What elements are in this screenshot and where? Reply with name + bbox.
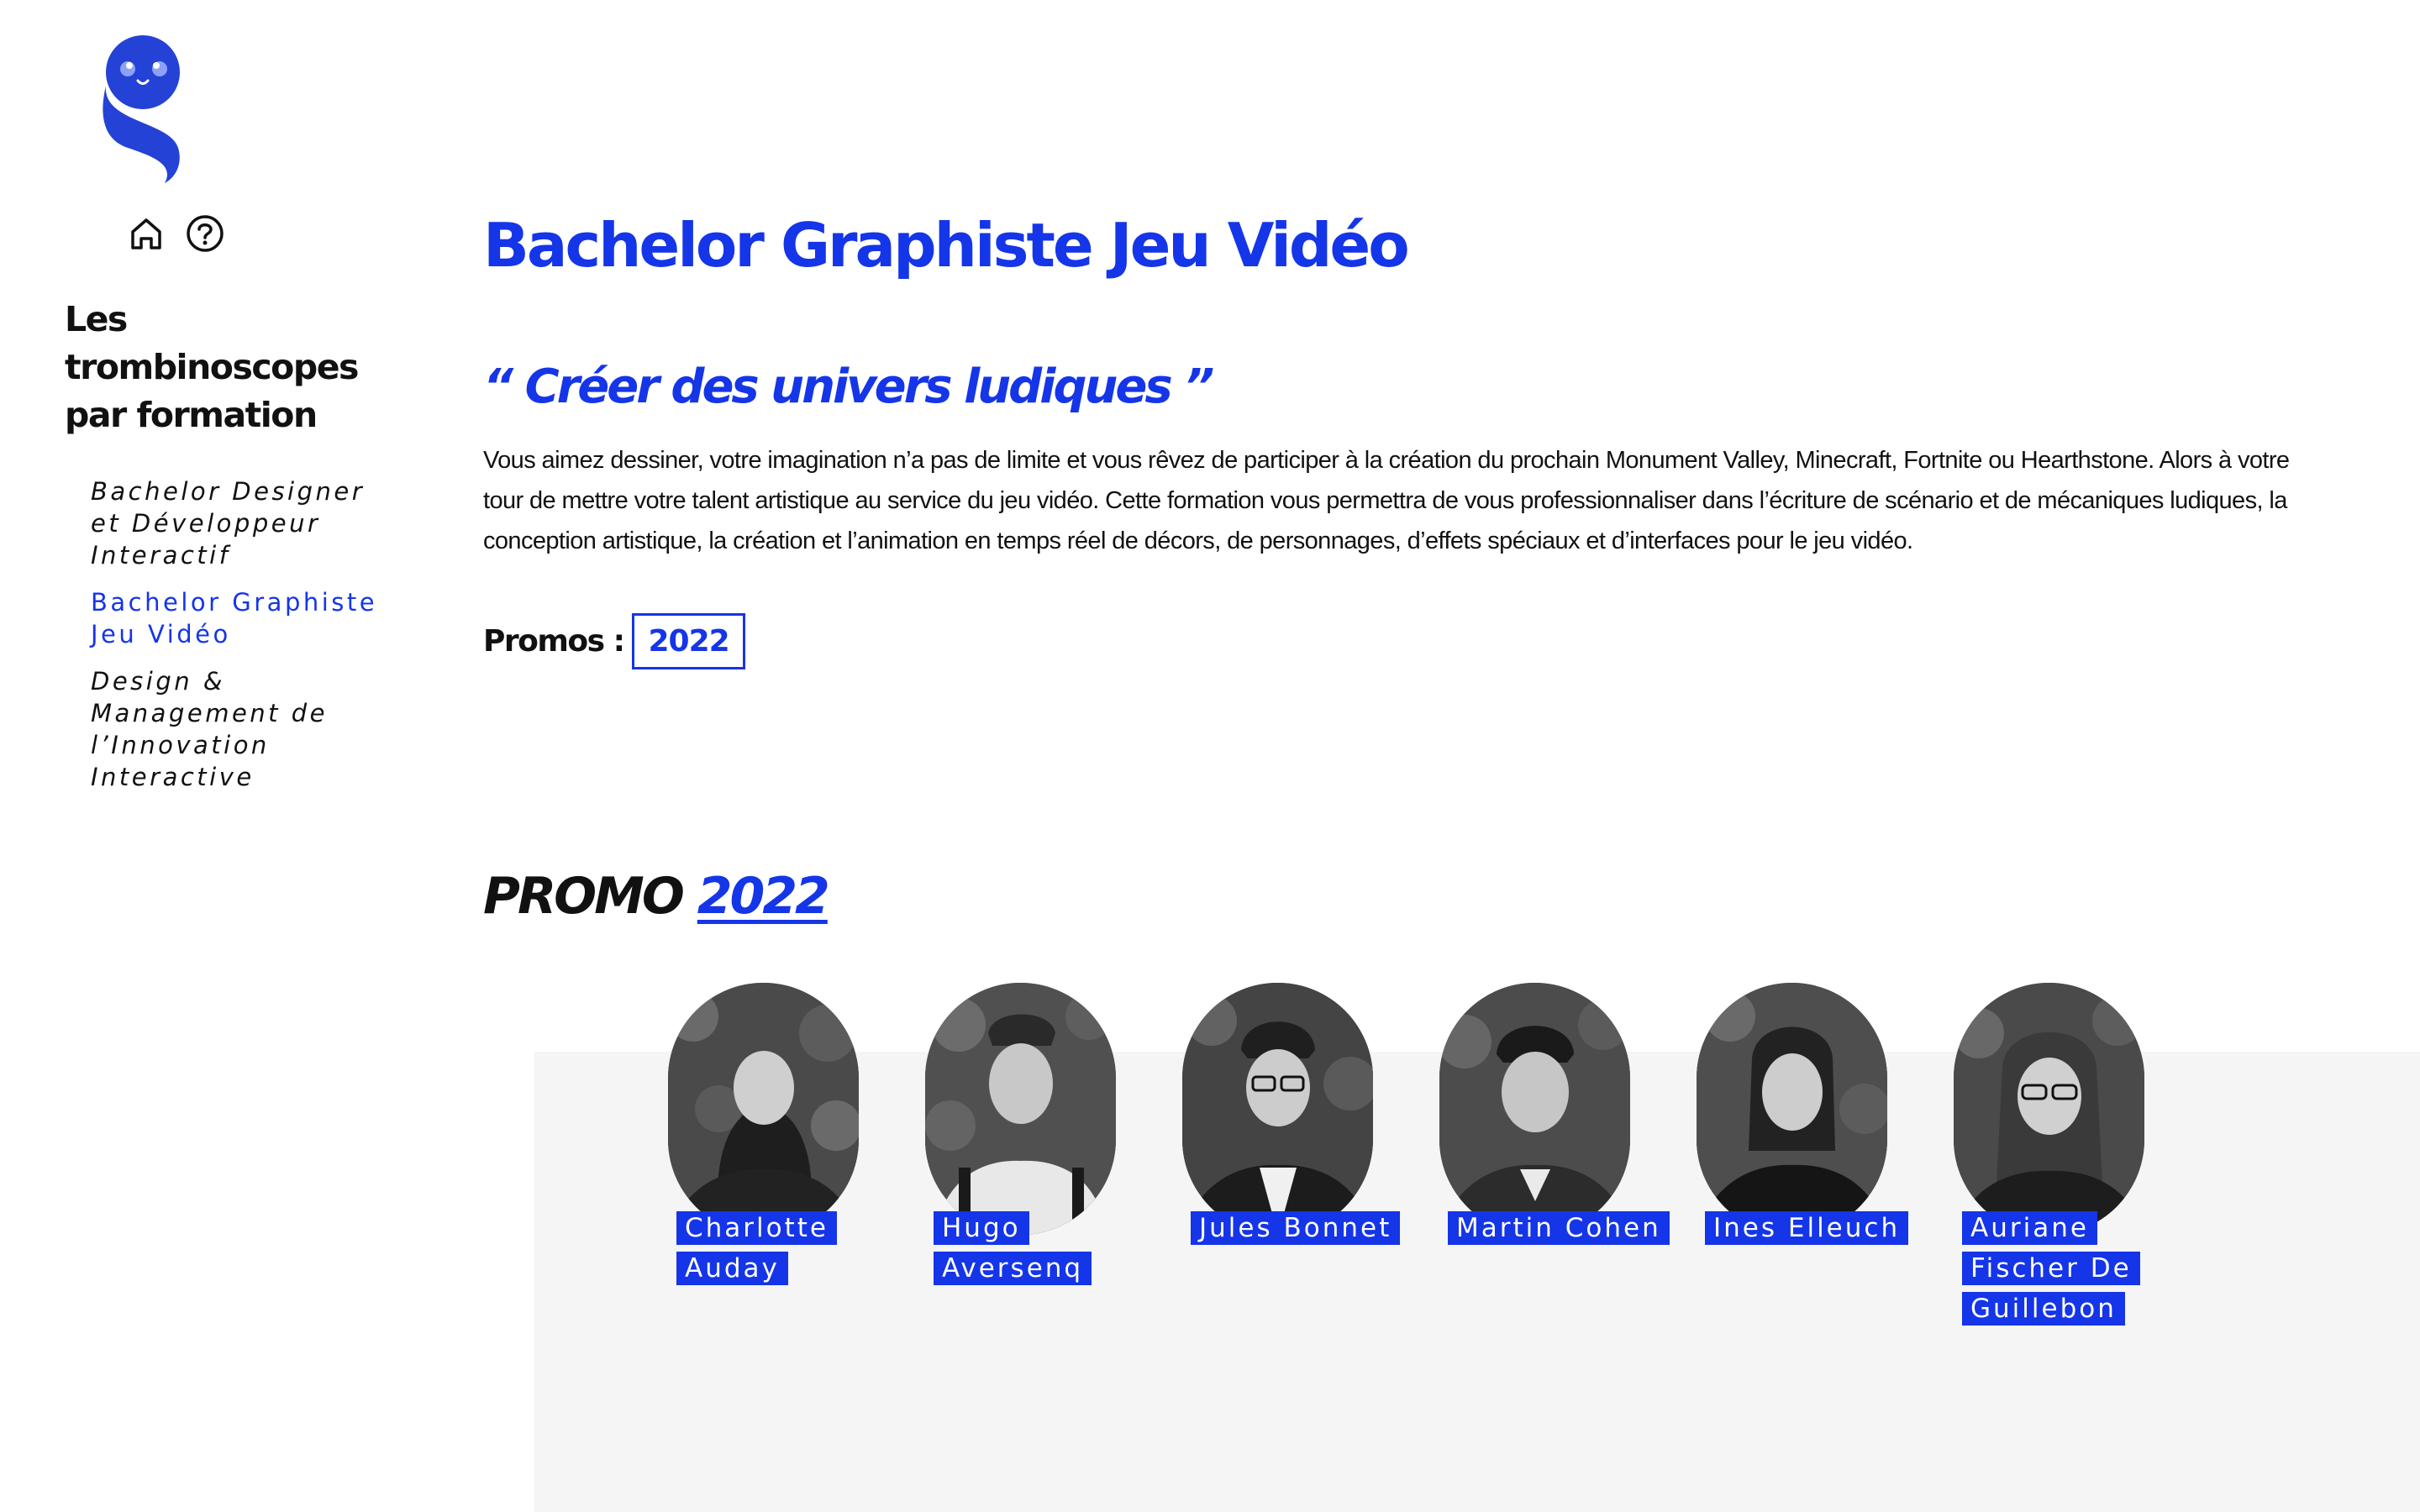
student-card[interactable]: Charlotte Auday [668, 983, 859, 1332]
sidebar-item-designer-developpeur[interactable]: Bachelor Designer et Développeur Interac… [91, 475, 393, 571]
student-photo [1697, 983, 1887, 1235]
student-name-line: Martin Cohen [1448, 1211, 1670, 1245]
ghost-mascot-icon[interactable] [94, 30, 195, 185]
student-name: Auriane Fischer De Guillebon [1954, 1211, 2144, 1332]
student-name: Charlotte Auday [668, 1211, 859, 1292]
student-name: Jules Bonnet [1182, 1211, 1401, 1252]
student-name-line: Fischer De [1962, 1252, 2140, 1285]
student-photo [1954, 983, 2144, 1235]
promo-2022-button[interactable]: 2022 [632, 613, 745, 669]
student-card[interactable]: Martin Cohen [1439, 983, 1670, 1332]
sidebar-nav: Bachelor Designer et Développeur Interac… [91, 475, 393, 808]
student-name-line: Charlotte [676, 1211, 837, 1245]
formation-description: Vous aimez dessiner, votre imagination n… [483, 447, 2290, 554]
header-icon-bar [126, 213, 225, 254]
student-name-line: Auday [676, 1252, 788, 1285]
promo-heading-year[interactable]: 2022 [697, 867, 830, 926]
student-name-line: Hugo [934, 1211, 1029, 1245]
promo-section-heading: PROMO 2022 [483, 867, 830, 926]
student-photo [1439, 983, 1630, 1235]
student-name-line: Aversenq [934, 1252, 1092, 1285]
page-title: Bachelor Graphiste Jeu Vidéo [483, 210, 1410, 281]
student-card[interactable]: Hugo Aversenq [925, 983, 1116, 1332]
student-card[interactable]: Ines Elleuch [1697, 983, 1909, 1332]
student-photo [1182, 983, 1373, 1235]
student-name-line: Auriane [1962, 1211, 2097, 1245]
formation-tagline: “ Créer des univers ludiques ” [483, 360, 1214, 414]
help-circle-icon[interactable] [185, 213, 225, 254]
student-card[interactable]: Jules Bonnet [1182, 983, 1401, 1332]
student-name-line: Guillebon [1962, 1292, 2125, 1326]
student-name-line: Jules Bonnet [1191, 1211, 1401, 1245]
student-name: Ines Elleuch [1697, 1211, 1909, 1252]
students-grid: Charlotte Auday Hugo Aversenq Jules Bonn… [668, 983, 2144, 1332]
student-name: Martin Cohen [1439, 1211, 1670, 1252]
home-icon[interactable] [126, 213, 166, 254]
student-card[interactable]: Auriane Fischer De Guillebon [1954, 983, 2144, 1332]
sidebar-title: Les trombinoscopes par formation [65, 299, 359, 435]
promo-heading-prefix: PROMO [483, 867, 685, 926]
student-photo [925, 983, 1116, 1235]
promos-filter: Promos : 2022 [483, 613, 745, 669]
student-name-line: Ines Elleuch [1705, 1211, 1909, 1245]
student-name: Hugo Aversenq [925, 1211, 1116, 1292]
student-photo [668, 983, 859, 1235]
sidebar-item-design-management[interactable]: Design & Management de l’Innovation Inte… [91, 665, 393, 793]
sidebar-item-graphiste-jeu-video[interactable]: Bachelor Graphiste Jeu Vidéo [91, 586, 393, 650]
promos-label: Promos : [483, 624, 625, 659]
